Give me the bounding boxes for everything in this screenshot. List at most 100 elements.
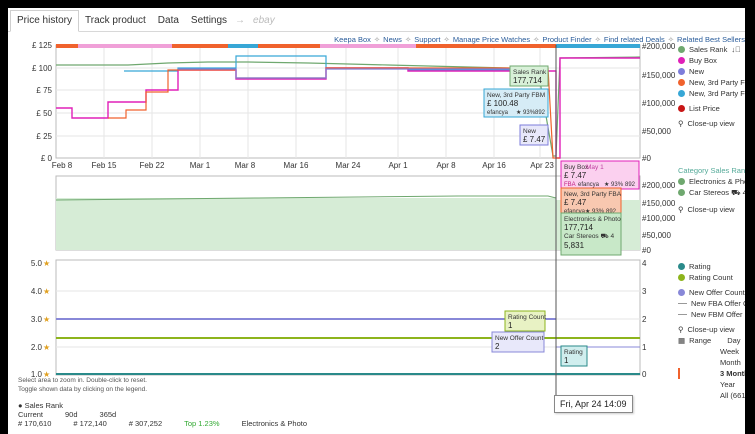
y-right-tick-label: #50,000 (642, 231, 671, 240)
main-y-left-ticks: £ 125 £ 100 £ 75 £ 50 £ 25 £ 0 (32, 41, 53, 163)
legend-item-buy-box[interactable]: Buy Box (678, 55, 745, 66)
legend-category: Category Sales Ranks Electronics & Photo… (678, 165, 745, 215)
legend-item-new-fba-offer[interactable]: New FBA Offer C (678, 298, 745, 309)
y-right-tick-label: #200,000 (642, 42, 676, 51)
y-right-tick-label: 0 (642, 370, 647, 379)
range-option-all[interactable]: All (661 (678, 390, 745, 401)
svg-text:177,714: 177,714 (564, 223, 593, 232)
y-tick-label: £ 75 (36, 86, 52, 95)
star-icon: ★ (43, 287, 50, 296)
range-option-year[interactable]: Year (678, 379, 745, 390)
y-right-tick-label: #100,000 (642, 99, 676, 108)
availability-bar (56, 44, 640, 48)
svg-text:892: 892 (625, 182, 636, 188)
legend-item-list-price[interactable]: List Price (678, 103, 745, 114)
legend-item-new-fbm-offer[interactable]: New FBM Offer C (678, 309, 745, 320)
y-tick-label: 3.0 (31, 315, 43, 324)
svg-text:Rating: Rating (564, 349, 583, 356)
x-tick-label: Feb 22 (140, 161, 165, 170)
charts-svg[interactable]: £ 125 £ 100 £ 75 £ 50 £ 25 £ 0 #200,000 … (8, 8, 745, 434)
legend-item-sales-rank[interactable]: Sales Rank ↓⃒ (678, 44, 745, 55)
closeup-rating[interactable]: ⚲ Close-up view (678, 324, 745, 335)
svg-text:New, 3rd Party FBA: New, 3rd Party FBA (564, 191, 622, 198)
svg-text:FBA: FBA (564, 182, 576, 188)
y-tick-label: £ 25 (36, 132, 52, 141)
svg-text:5,831: 5,831 (564, 241, 585, 250)
svg-text:Sales Rank: Sales Rank (513, 69, 547, 76)
x-tick-label: Mar 1 (190, 161, 211, 170)
svg-text:£ 7.47: £ 7.47 (523, 135, 546, 144)
y-right-tick-label: 3 (642, 287, 647, 296)
rating-y-right-ticks: 4 3 2 1 0 (642, 259, 647, 379)
svg-text:New, 3rd Party FBM: New, 3rd Party FBM (487, 92, 545, 99)
legend-main: Sales Rank ↓⃒ Buy Box New New, 3rd Party … (678, 44, 745, 129)
svg-text:£ 7.47: £ 7.47 (564, 198, 587, 207)
main-x-ticks: Feb 8 Feb 15 Feb 22 Mar 1 Mar 8 Mar 16 M… (52, 161, 555, 170)
star-icon: ★ (43, 343, 50, 352)
svg-text:efancya: efancya (487, 110, 509, 116)
legend-item-new-3p-fbm[interactable]: New, 3rd Party FB (678, 88, 745, 99)
sales-rank-summary: ● Sales Rank Current 90d 365d # 170,610 # 1… (18, 401, 307, 428)
search-icon: ⚲ (678, 205, 684, 214)
legend-rating: Rating Rating Count New Offer Count New … (678, 261, 745, 401)
category-title: Category Sales Ranks (678, 166, 745, 175)
svg-text:£ 7.47: £ 7.47 (564, 171, 587, 180)
legend-item-new-3p-fba[interactable]: New, 3rd Party FB (678, 77, 745, 88)
star-icon: ★ (43, 315, 50, 324)
legend-item-new-offer-count[interactable]: New Offer Count (678, 287, 745, 298)
rating-star-icons: ★ ★ ★ ★ ★ (43, 259, 50, 379)
legend-item-rating[interactable]: Rating (678, 261, 745, 272)
svg-text:Rating Count: Rating Count (508, 314, 546, 321)
y-right-tick-label: 1 (642, 343, 647, 352)
y-tick-label: £ 125 (32, 41, 53, 50)
category-y-right-ticks: #200,000 #150,000 #100,000 #50,000 #0 (642, 181, 676, 255)
popup-new: New £ 7.47 (519, 124, 549, 146)
svg-text:892: 892 (535, 110, 546, 116)
y-tick-label: 4.0 (31, 287, 43, 296)
range-option-week[interactable]: Week (678, 346, 745, 357)
keepa-panel: Price history Track product Data Setting… (8, 8, 745, 434)
legend-item-car-stereos[interactable]: Car Stereos ⛟ 4 (678, 187, 745, 198)
svg-text:New Offer Count: New Offer Count (495, 335, 543, 342)
calendar-icon: ▦ (678, 336, 686, 345)
x-tick-label: Feb 8 (52, 161, 73, 170)
svg-text:New: New (523, 128, 536, 135)
range-option-day[interactable]: Day (727, 336, 740, 345)
svg-text:177,714: 177,714 (513, 76, 542, 85)
legend-item-new[interactable]: New (678, 66, 745, 77)
svg-text:£ 100.48: £ 100.48 (487, 99, 519, 108)
popup-offer-count: New Offer Count 2 (491, 331, 545, 353)
y-right-tick-label: 2 (642, 315, 647, 324)
range-option-month[interactable]: Month (678, 357, 745, 368)
x-tick-label: Apr 16 (482, 161, 506, 170)
svg-text:2: 2 (495, 342, 500, 351)
y-right-tick-label: #200,000 (642, 181, 676, 190)
summary-title: ● Sales Rank (18, 401, 63, 410)
svg-text:efancya: efancya (578, 182, 600, 188)
y-tick-label: £ 50 (36, 109, 52, 118)
rating-chart-area[interactable] (55, 259, 641, 376)
x-tick-label: Mar 16 (284, 161, 309, 170)
legend-item-rating-count[interactable]: Rating Count (678, 272, 745, 283)
popup-fba: New, 3rd Party FBA £ 7.47 efancya ★ 93% … (560, 187, 622, 217)
category-area-fill (56, 198, 556, 250)
svg-text:1: 1 (564, 356, 569, 365)
popup-fbm: New, 3rd Party FBM £ 100.48 efancya ★ 93… (483, 88, 549, 118)
main-y-right-ticks: #200,000 #150,000 #100,000 #50,000 #0 (642, 42, 676, 163)
popup-rating-count: Rating Count 1 (504, 310, 546, 332)
x-tick-label: Apr 1 (388, 161, 408, 170)
closeup-main[interactable]: ⚲ Close-up view (678, 118, 745, 129)
x-tick-label: Apr 8 (436, 161, 456, 170)
x-tick-label: Mar 8 (235, 161, 256, 170)
closeup-category[interactable]: ⚲ Close-up view (678, 204, 745, 215)
svg-text:Electronics & Photo: Electronics & Photo (564, 216, 621, 223)
y-right-tick-label: #100,000 (642, 214, 676, 223)
popup-buy-box: Buy Box May 1 £ 7.47 FBA efancya ★ 93% 8… (560, 160, 640, 190)
x-tick-label: Mar 24 (336, 161, 361, 170)
range-option-3-month[interactable]: 3 Month (678, 368, 745, 379)
search-icon: ⚲ (678, 119, 684, 128)
legend-item-electronics[interactable]: Electronics & Photo (678, 176, 745, 187)
svg-text:★ 93%: ★ 93% (516, 109, 536, 116)
y-right-tick-label: #150,000 (642, 199, 676, 208)
popup-electronics: Electronics & Photo 177,714 Car Stereos … (560, 212, 622, 256)
